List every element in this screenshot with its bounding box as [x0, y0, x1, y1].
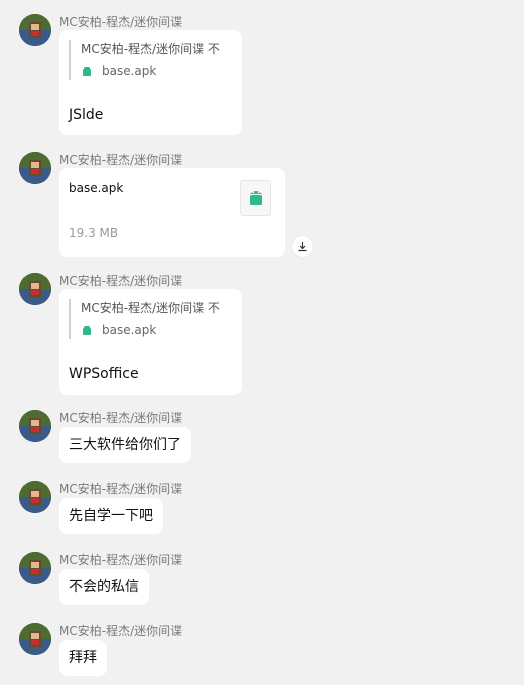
avatar[interactable] [19, 273, 51, 305]
sender-name: MC安柏-程杰/迷你间谍 [59, 411, 183, 425]
sender-name: MC安柏-程杰/迷你间谍 [59, 274, 183, 288]
quoted-file-name: base.apk [102, 323, 157, 337]
message-text: JSlde [69, 107, 104, 123]
download-button[interactable] [292, 236, 313, 257]
reply-message-bubble[interactable]: MC安柏-程杰/迷你间谍 不 base.apk JSlde [59, 30, 242, 135]
sender-name: MC安柏-程杰/迷你间谍 [59, 482, 183, 496]
chat-message-list[interactable]: MC安柏-程杰/迷你间谍 MC安柏-程杰/迷你间谍 不 base.apk JSl… [0, 0, 524, 685]
download-icon [298, 242, 307, 252]
quoted-message[interactable]: MC安柏-程杰/迷你间谍 不 base.apk [69, 40, 220, 80]
text-message-bubble[interactable]: 不会的私信 [59, 569, 149, 605]
file-size: 19.3 MB [69, 226, 119, 240]
avatar[interactable] [19, 623, 51, 655]
quoted-sender: MC安柏-程杰/迷你间谍 不 [81, 42, 220, 56]
android-apk-icon [83, 67, 91, 76]
sender-name: MC安柏-程杰/迷你间谍 [59, 15, 183, 29]
reply-message-bubble[interactable]: MC安柏-程杰/迷你间谍 不 base.apk WPSoffice [59, 289, 242, 395]
avatar[interactable] [19, 14, 51, 46]
quoted-file-name: base.apk [102, 64, 157, 78]
quoted-sender: MC安柏-程杰/迷你间谍 不 [81, 301, 220, 315]
quoted-file: base.apk [81, 321, 220, 339]
android-apk-icon [83, 326, 91, 335]
text-message-bubble[interactable]: 三大软件给你们了 [59, 427, 191, 463]
file-name: base.apk [69, 181, 124, 195]
avatar[interactable] [19, 481, 51, 513]
quoted-message[interactable]: MC安柏-程杰/迷你间谍 不 base.apk [69, 299, 220, 339]
text-message-bubble[interactable]: 先自学一下吧 [59, 498, 163, 534]
android-apk-icon [249, 191, 262, 205]
quoted-file: base.apk [81, 62, 220, 80]
text-message-bubble[interactable]: 拜拜 [59, 640, 107, 676]
file-message-bubble[interactable]: base.apk 19.3 MB [59, 168, 285, 257]
file-type-icon [240, 180, 271, 216]
avatar[interactable] [19, 152, 51, 184]
sender-name: MC安柏-程杰/迷你间谍 [59, 624, 183, 638]
sender-name: MC安柏-程杰/迷你间谍 [59, 153, 183, 167]
avatar[interactable] [19, 410, 51, 442]
message-text: WPSoffice [69, 366, 139, 382]
sender-name: MC安柏-程杰/迷你间谍 [59, 553, 183, 567]
avatar[interactable] [19, 552, 51, 584]
